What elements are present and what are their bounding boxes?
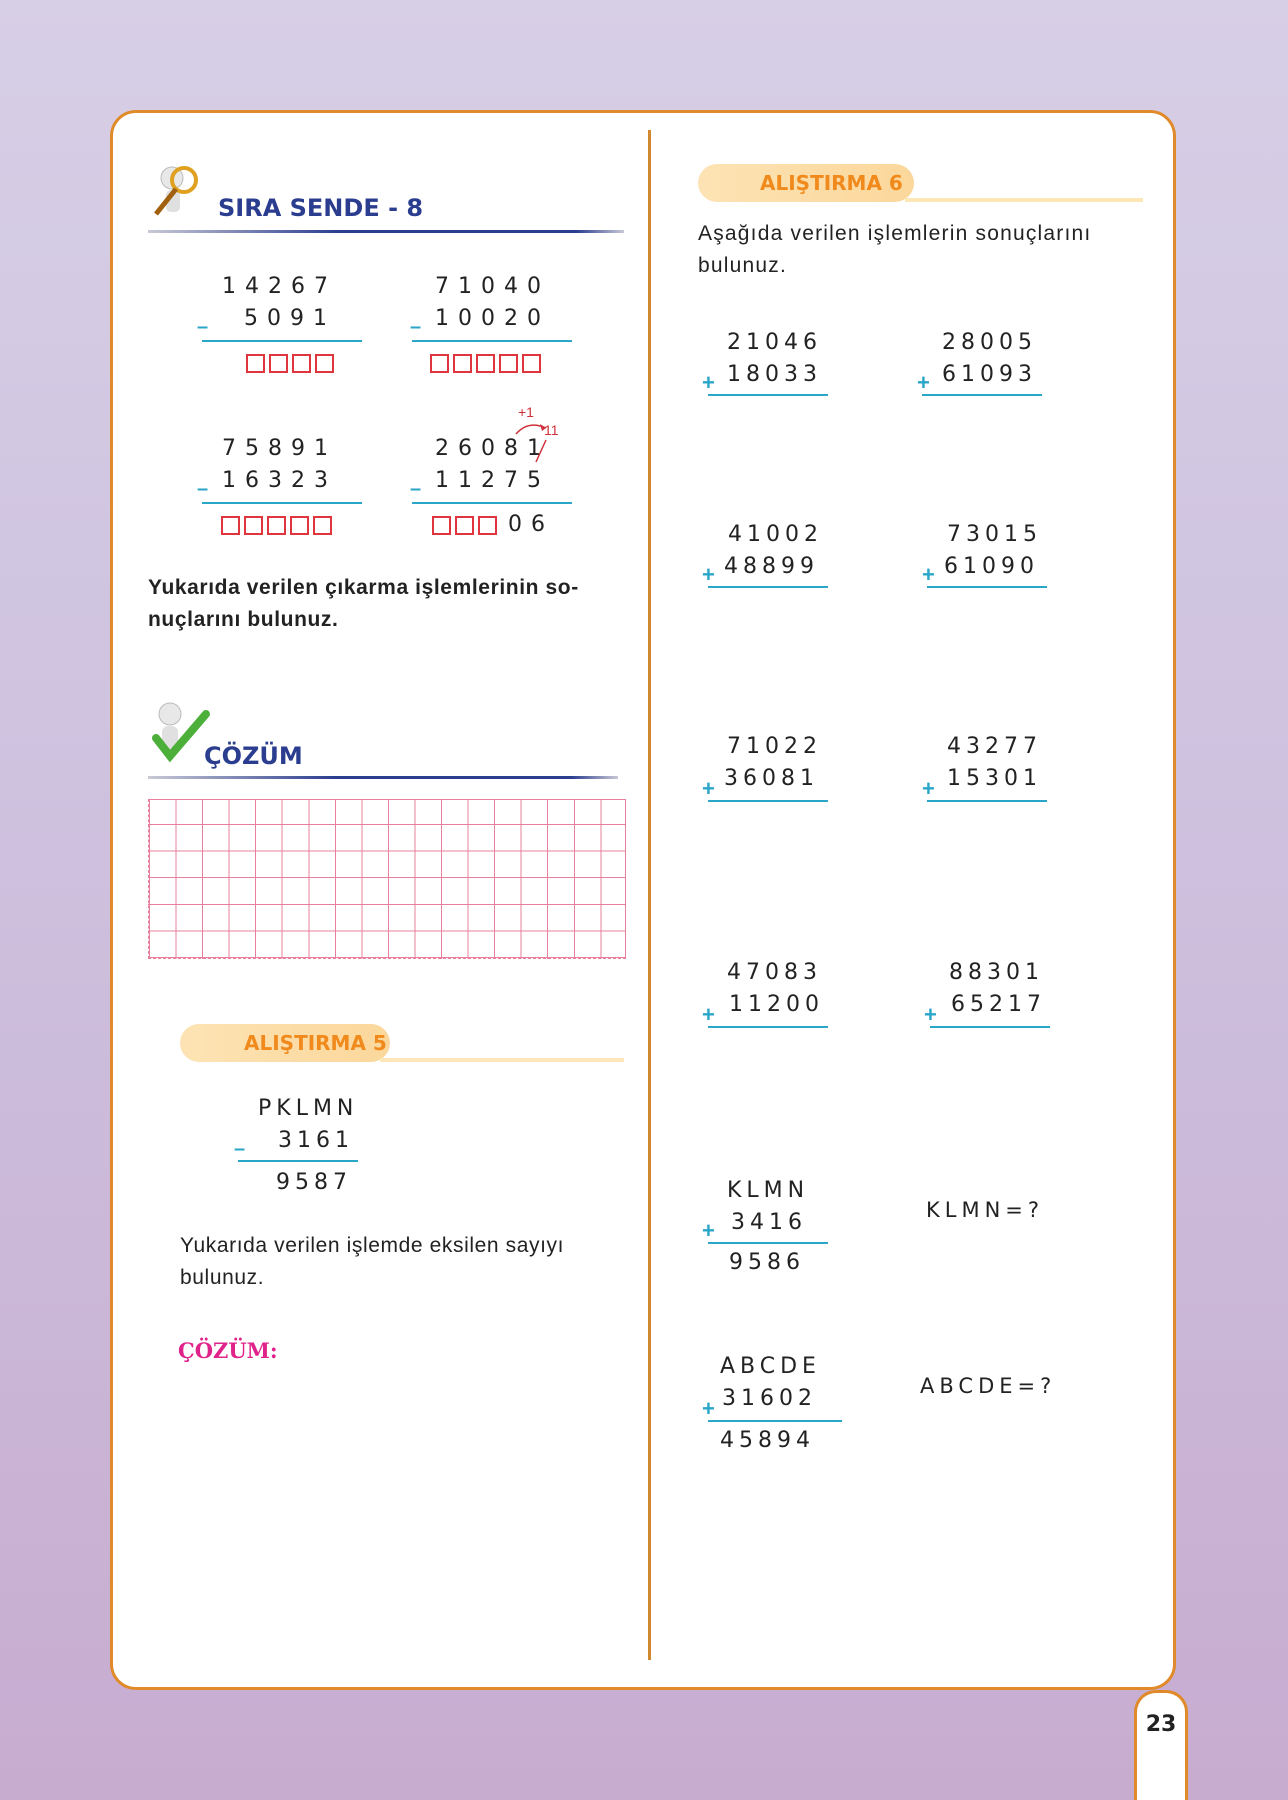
- p3-bottom: 16323: [222, 468, 337, 493]
- a5-bottom: 3161: [278, 1128, 354, 1153]
- a6-p6-bottom: 15301: [947, 766, 1042, 791]
- p4-line: [412, 502, 572, 504]
- minus-sign: –: [410, 316, 422, 338]
- a6-instruction: Aşağıda verilen işlemlerin sonuçlarını b…: [698, 222, 1092, 277]
- a5-text: Yukarıda verilen işlemde eksilen sayıyı …: [180, 1234, 565, 1289]
- p4-partial-answer: 06: [508, 512, 554, 537]
- plus-sign: +: [922, 776, 935, 801]
- p4-answer-boxes[interactable]: [432, 516, 497, 535]
- p1-bottom: 5091: [244, 306, 336, 331]
- p3-top: 75891: [222, 436, 337, 461]
- plus-sign: +: [702, 776, 715, 801]
- plus-sign: +: [702, 1396, 715, 1421]
- minus-sign: –: [410, 478, 422, 500]
- a6-p6-top: 43277: [947, 734, 1042, 759]
- p4-bottom: 11275: [435, 468, 550, 493]
- plus-sign: +: [702, 1002, 715, 1027]
- a6-p6-line: [927, 800, 1047, 802]
- a5-result: 9587: [276, 1170, 352, 1195]
- p2-answer-boxes[interactable]: [430, 354, 541, 373]
- abcde-question: ABCDE=?: [920, 1374, 1057, 1398]
- klmn-result: 9586: [729, 1250, 805, 1275]
- p3-line: [202, 502, 362, 504]
- a6-p2-top: 28005: [942, 330, 1037, 355]
- alistirma6-title: ALIŞTIRMA 6: [760, 171, 903, 195]
- a6-p4-line: [927, 586, 1047, 588]
- cozum-underline: [148, 776, 618, 779]
- check-figure-icon: [152, 702, 210, 763]
- p2-top: 71040: [435, 274, 550, 299]
- a6-p3-bottom: 48899: [724, 554, 819, 579]
- cozum-title: ÇÖZÜM: [204, 742, 303, 770]
- a6-p5-bottom: 36081: [724, 766, 819, 791]
- plus-sign: +: [702, 1218, 715, 1243]
- a6-p7-line: [708, 1026, 828, 1028]
- plus-sign: +: [917, 370, 930, 395]
- alistirma5-line: [380, 1058, 624, 1062]
- a5-line: [238, 1160, 358, 1162]
- plus-sign: +: [702, 562, 715, 587]
- a5-top: PKLMN: [258, 1096, 359, 1121]
- klmn-top: KLMN: [727, 1178, 810, 1203]
- klmn-question: KLMN=?: [926, 1198, 1045, 1222]
- plus-sign: +: [702, 370, 715, 395]
- abcde-result: 45894: [720, 1428, 815, 1453]
- plus-sign: +: [922, 562, 935, 587]
- a6-p4-top: 73015: [947, 522, 1042, 547]
- p1-top: 14267: [222, 274, 337, 299]
- alistirma6-line: [905, 198, 1143, 202]
- a6-p2-bottom: 61093: [942, 362, 1037, 387]
- a6-p8-bottom: 65217: [951, 992, 1046, 1017]
- strike-mark: [535, 439, 547, 463]
- plus-sign: +: [924, 1002, 937, 1027]
- a6-p1-bottom: 18033: [727, 362, 822, 387]
- magnifier-figure-icon: [154, 166, 198, 216]
- a6-p8-top: 88301: [949, 960, 1044, 985]
- a6-p3-line: [708, 586, 828, 588]
- minus-sign: –: [197, 478, 209, 500]
- klmn-line: [708, 1242, 828, 1244]
- a6-p1-top: 21046: [727, 330, 822, 355]
- minus-sign: –: [197, 316, 209, 338]
- p1-answer-boxes[interactable]: [246, 354, 334, 373]
- a5-solution-label: ÇÖZÜM:: [178, 1338, 278, 1363]
- klmn-bottom: 3416: [731, 1210, 807, 1235]
- p3-answer-boxes[interactable]: [221, 516, 332, 535]
- a6-p4-bottom: 61090: [944, 554, 1039, 579]
- solution-grid[interactable]: [148, 799, 626, 959]
- a6-p2-line: [922, 394, 1042, 396]
- minus-sign: –: [234, 1138, 246, 1160]
- page-number: 23: [1145, 1712, 1177, 1737]
- a6-p8-line: [930, 1026, 1050, 1028]
- p1-line: [202, 340, 362, 342]
- a6-p7-bottom: 11200: [729, 992, 824, 1017]
- p2-line: [412, 340, 572, 342]
- a6-p1-line: [708, 394, 828, 396]
- a6-p5-top: 71022: [727, 734, 822, 759]
- column-divider: [648, 130, 651, 1660]
- alistirma5-title: ALIŞTIRMA 5: [244, 1031, 387, 1055]
- abcde-bottom: 31602: [722, 1386, 817, 1411]
- sira-sende-title: SIRA SENDE - 8: [218, 194, 424, 222]
- a6-p3-top: 41002: [728, 522, 823, 547]
- page-number-tab: [1134, 1690, 1188, 1800]
- title-underline: [148, 230, 624, 233]
- a6-p5-line: [708, 800, 828, 802]
- abcde-line: [708, 1420, 842, 1422]
- a6-p7-top: 47083: [727, 960, 822, 985]
- abcde-top: ABCDE: [720, 1354, 821, 1379]
- sira-sende-instruction: Yukarıda verilen çıkarma işlemlerinin so…: [148, 576, 579, 631]
- p2-bottom: 10020: [435, 306, 550, 331]
